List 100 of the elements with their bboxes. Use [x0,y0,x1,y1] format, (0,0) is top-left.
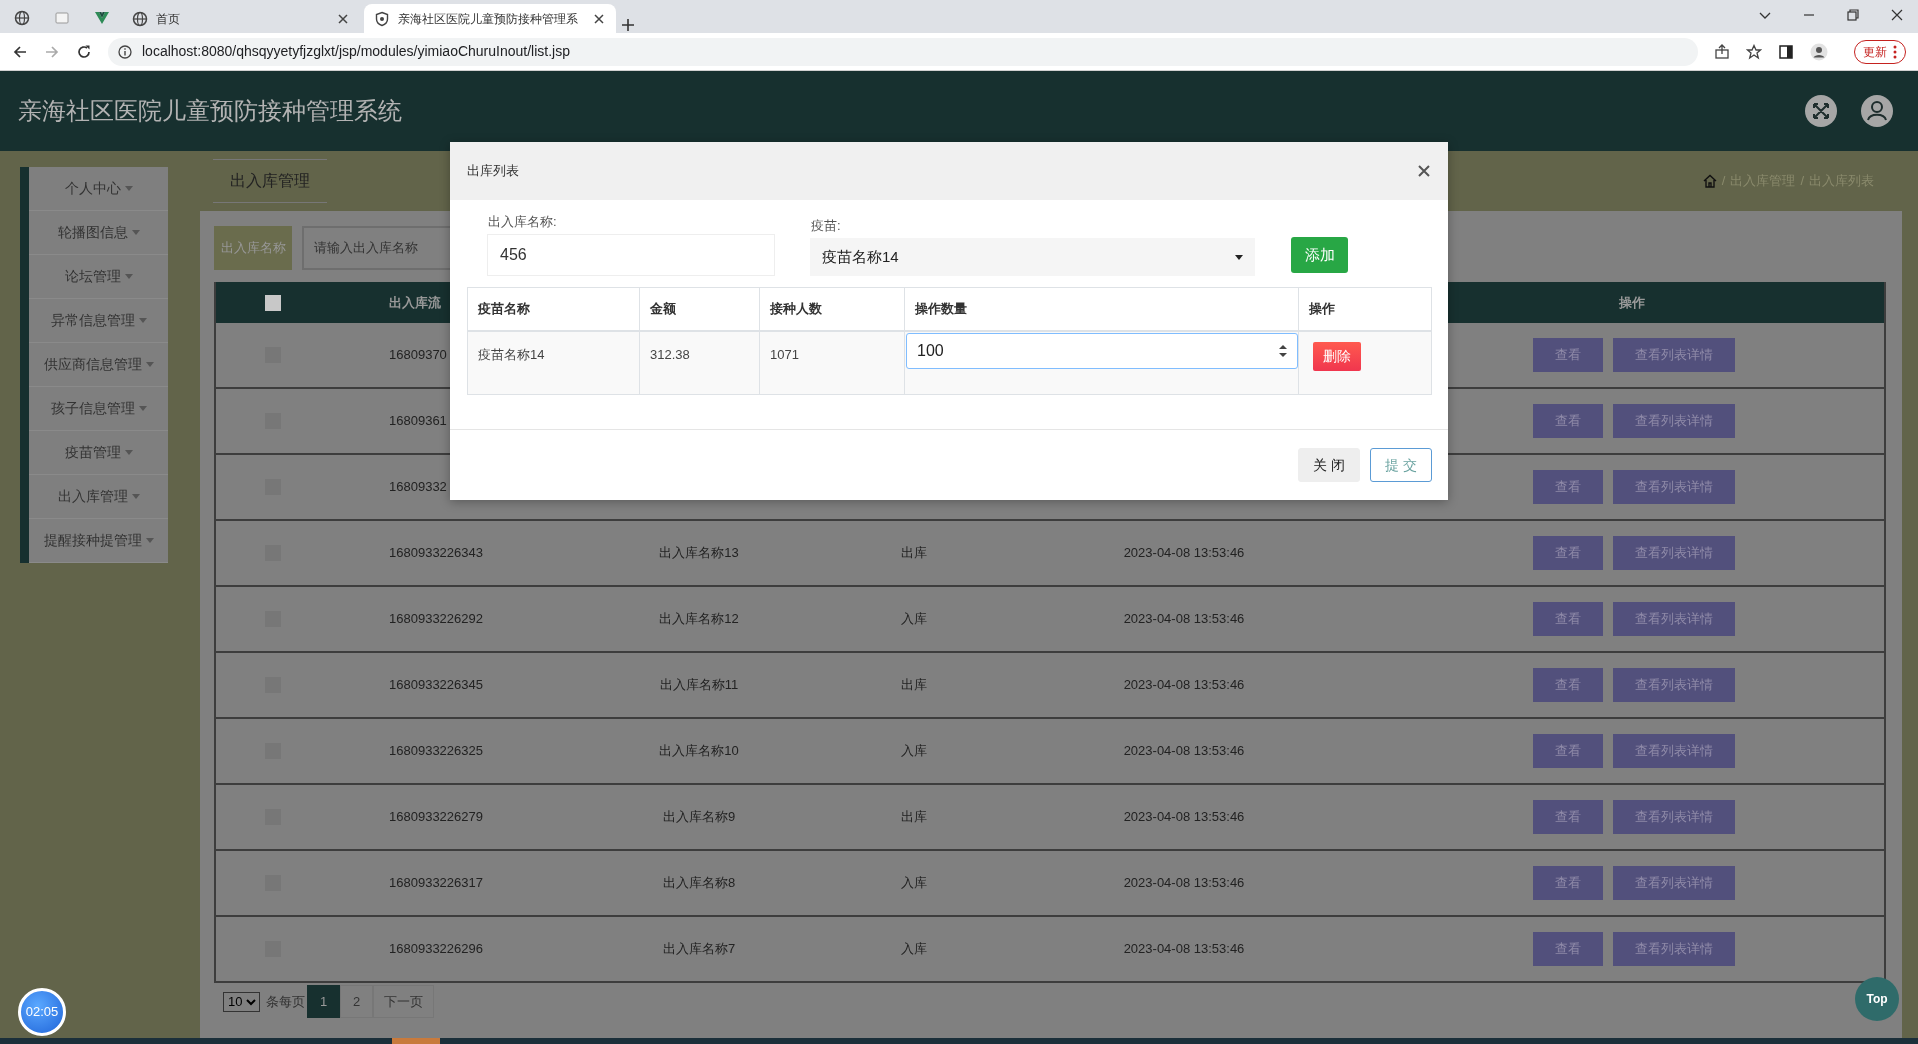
kebab-icon [1893,44,1897,59]
profile-icon[interactable] [1810,42,1828,61]
table-cell-text: 2023-04-08 13:53:46 [1122,742,1246,761]
table-cell-text: 出库 [900,808,928,827]
submit-button[interactable]: 提 交 [1370,448,1432,482]
table-cell-text: 2023-04-08 13:53:46 [1122,940,1246,959]
view-button[interactable]: 查看 [1532,668,1603,702]
page-button[interactable]: 2 [340,985,373,1018]
new-tab-icon[interactable] [620,17,636,33]
user-avatar-icon[interactable] [1860,94,1894,128]
table-cell-text: 出入库名称10 [658,742,740,761]
caret-icon [124,186,133,191]
browser-tab[interactable]: 首页 [122,4,360,33]
view-button[interactable]: 查看 [1532,866,1603,900]
details-button[interactable]: 查看列表详情 [1612,470,1735,504]
page-size-select[interactable]: 10 [223,991,260,1012]
details-button[interactable]: 查看列表详情 [1612,866,1735,900]
sidebar-menu-item[interactable]: 供应商信息管理 [29,343,168,387]
table-cell-text: 出库 [900,676,928,695]
globe-icon[interactable] [14,10,30,26]
add-button[interactable]: 添加 [1291,237,1348,273]
close-icon[interactable] [1418,165,1430,177]
close-icon[interactable] [1890,8,1904,22]
reload-icon[interactable] [76,43,92,60]
checkbox[interactable] [264,294,281,311]
close-button[interactable]: 关 闭 [1298,448,1360,482]
table-cell-text: 2023-04-08 13:53:46 [1122,676,1246,695]
details-button[interactable]: 查看列表详情 [1612,800,1735,834]
details-button[interactable]: 查看列表详情 [1612,602,1735,636]
column-header: 操作数量 [905,288,1299,330]
caret-icon [131,494,140,499]
sidebar-icon[interactable] [1778,43,1794,60]
vaccine-select[interactable]: 疫苗名称14 [810,238,1255,276]
details-button[interactable]: 查看列表详情 [1612,932,1735,966]
table-cell-text: 入库 [900,742,928,761]
modal-title: 出库列表 [467,162,519,181]
table-cell-text: 出入库名称7 [661,940,737,959]
column-header: 接种人数 [760,288,905,330]
sidebar-menu-item[interactable]: 孩子信息管理 [29,387,168,431]
view-button[interactable]: 查看 [1532,536,1603,570]
table-cell-text: 出入库名称12 [658,610,740,629]
sidebar-menu-item[interactable]: 轮播图信息 [29,211,168,255]
column-header: 操作 [1617,293,1646,312]
details-button[interactable]: 查看列表详情 [1612,668,1735,702]
view-button[interactable]: 查看 [1532,932,1603,966]
bar-segment [392,1038,440,1044]
share-icon[interactable] [1714,43,1730,60]
sidebar-menu-item[interactable]: 提醒接种提管理 [29,519,168,563]
table-cell-text: 出入库名称13 [658,544,740,563]
view-button[interactable]: 查看 [1532,404,1603,438]
column-header: 金额 [640,288,760,330]
view-button[interactable]: 查看 [1532,338,1603,372]
details-button[interactable]: 查看列表详情 [1612,404,1735,438]
sidebar-menu-item[interactable]: 论坛管理 [29,255,168,299]
page-button[interactable]: 1 [307,985,340,1018]
details-button[interactable]: 查看列表详情 [1612,734,1735,768]
delete-button[interactable]: 删除 [1313,342,1361,371]
table-cell: 疫苗名称14 [468,332,640,394]
browser-tab[interactable]: 亲海社区医院儿童预防接种管理系 [364,4,616,33]
update-button[interactable]: 更新 [1854,39,1906,64]
star-icon[interactable] [1746,43,1762,60]
sidebar-menu-item[interactable]: 疫苗管理 [29,431,168,475]
globe-icon [132,10,148,27]
table-cell-text: 1680933226279 [389,808,483,827]
details-button[interactable]: 查看列表详情 [1612,536,1735,570]
table-cell-text: 出入库名称11 [658,676,740,695]
table-cell-text: 出入库名称9 [661,808,737,827]
restore-icon[interactable] [1846,8,1860,22]
view-button[interactable]: 查看 [1532,602,1603,636]
back-icon[interactable] [12,43,28,60]
field-label: 出入库名称: [487,213,558,231]
table-cell-text: 入库 [900,610,928,629]
chevron-logo-icon[interactable] [94,10,110,26]
column-header: 疫苗名称 [468,288,640,330]
table-cell-text: 2023-04-08 13:53:46 [1122,610,1246,629]
table-cell-text: 16809332 [389,478,447,497]
close-icon[interactable] [336,11,350,26]
table-cell-text: 16809361 [389,412,447,431]
table-cell-text: 1680933226325 [389,742,483,761]
details-button[interactable]: 查看列表详情 [1612,338,1735,372]
caret-icon [145,362,154,367]
home-icon[interactable] [1702,174,1717,188]
text-field[interactable]: 456 [487,234,775,276]
table-cell-text: 1680933226296 [389,940,483,959]
sidebar-menu-item[interactable]: 个人中心 [29,167,168,211]
table-cell-text: 入库 [900,874,928,893]
sidebar-menu-item[interactable]: 异常信息管理 [29,299,168,343]
close-icon[interactable] [592,11,606,26]
view-button[interactable]: 查看 [1532,470,1603,504]
column-header: 操作 [1308,300,1336,319]
search-label: 出入库名称 [214,226,292,270]
view-button[interactable]: 查看 [1532,734,1603,768]
sidebar-menu-item[interactable]: 出入库管理 [29,475,168,519]
number-field[interactable]: 100 [906,333,1298,369]
spinner-icon [1279,344,1287,358]
url-field[interactable]: localhost:8080/qhsqyyetyfjzglxt/jsp/modules/yimiaoChuruInout/list.jsp [108,37,1698,66]
table-cell-text: 16809370 [389,346,447,365]
view-button[interactable]: 查看 [1532,800,1603,834]
table-cell-text: 2023-04-08 13:53:46 [1122,808,1246,827]
fullscreen-icon[interactable] [1804,94,1838,128]
